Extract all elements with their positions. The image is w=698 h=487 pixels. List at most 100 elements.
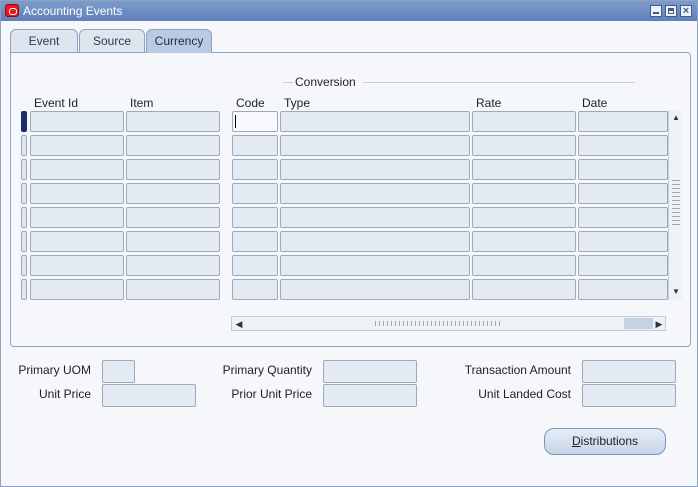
primary-uom-field[interactable] xyxy=(102,360,135,383)
item-cell[interactable] xyxy=(126,183,220,204)
scroll-right-icon[interactable]: ▶ xyxy=(653,318,665,330)
rate-cell[interactable] xyxy=(472,159,576,180)
primary-uom-label: Primary UOM xyxy=(18,363,91,377)
rate-cell[interactable] xyxy=(472,231,576,252)
date-cell[interactable] xyxy=(578,255,668,276)
item-cell[interactable] xyxy=(126,135,220,156)
date-cell[interactable] xyxy=(578,159,668,180)
date-cell[interactable] xyxy=(578,111,668,132)
oracle-app-icon xyxy=(5,4,19,17)
distributions-button[interactable]: Distributions xyxy=(544,428,666,455)
scroll-up-icon[interactable]: ▲ xyxy=(671,113,681,123)
maximize-icon[interactable] xyxy=(665,5,677,17)
unit-price-field[interactable] xyxy=(102,384,196,407)
event-id-cell[interactable] xyxy=(30,135,124,156)
tab-currency[interactable]: Currency xyxy=(146,29,212,53)
item-cell[interactable] xyxy=(126,279,220,300)
primary-quantity-label: Primary Quantity xyxy=(222,363,312,377)
code-cell[interactable] xyxy=(232,183,278,204)
code-cell[interactable] xyxy=(232,231,278,252)
grid-vertical-scrollbar[interactable]: ▲ ▼ xyxy=(668,110,682,300)
distributions-label: istributions xyxy=(580,434,639,448)
grid-horizontal-scrollbar[interactable]: ◀ ▶ xyxy=(231,316,666,331)
type-cell[interactable] xyxy=(280,231,470,252)
date-cell[interactable] xyxy=(578,183,668,204)
unit-landed-cost-field[interactable] xyxy=(582,384,676,407)
scroll-left-icon[interactable]: ◀ xyxy=(233,318,245,330)
horizontal-scroll-track[interactable] xyxy=(624,318,653,329)
type-cell[interactable] xyxy=(280,159,470,180)
rate-cell[interactable] xyxy=(472,279,576,300)
code-cell[interactable] xyxy=(232,255,278,276)
code-cell[interactable] xyxy=(232,135,278,156)
row-indicator[interactable] xyxy=(21,279,27,300)
row-indicator[interactable] xyxy=(21,135,27,156)
column-header-code: Code xyxy=(236,96,265,110)
group-divider-right xyxy=(363,82,635,83)
row-indicator[interactable] xyxy=(21,231,27,252)
column-header-rate: Rate xyxy=(476,96,502,110)
item-cell[interactable] xyxy=(126,207,220,228)
minimize-icon[interactable] xyxy=(650,5,662,17)
date-cell[interactable] xyxy=(578,279,668,300)
date-cell[interactable] xyxy=(578,207,668,228)
item-cell[interactable] xyxy=(126,255,220,276)
unit-price-label: Unit Price xyxy=(38,387,91,401)
type-cell[interactable] xyxy=(280,279,470,300)
window-title: Accounting Events xyxy=(23,4,123,18)
rate-cell[interactable] xyxy=(472,207,576,228)
event-id-cell[interactable] xyxy=(30,231,124,252)
prior-unit-price-field[interactable] xyxy=(323,384,417,407)
column-header-event-id: Event Id xyxy=(34,96,79,110)
item-cell[interactable] xyxy=(126,111,220,132)
event-id-cell[interactable] xyxy=(30,207,124,228)
horizontal-scroll-grip[interactable] xyxy=(375,321,500,326)
transaction-amount-field[interactable] xyxy=(582,360,676,383)
event-id-cell[interactable] xyxy=(30,159,124,180)
distributions-mnemonic: D xyxy=(571,434,581,448)
row-indicator[interactable] xyxy=(21,183,27,204)
date-cell[interactable] xyxy=(578,231,668,252)
event-id-cell[interactable] xyxy=(30,111,124,132)
row-indicator[interactable] xyxy=(21,111,27,132)
close-icon[interactable]: × xyxy=(680,5,692,17)
row-indicator[interactable] xyxy=(21,159,27,180)
item-cell[interactable] xyxy=(126,231,220,252)
type-cell[interactable] xyxy=(280,135,470,156)
rate-cell[interactable] xyxy=(472,183,576,204)
event-id-cell[interactable] xyxy=(30,279,124,300)
tab-event[interactable]: Event xyxy=(10,29,78,53)
type-cell[interactable] xyxy=(280,255,470,276)
transaction-amount-label: Transaction Amount xyxy=(464,363,571,377)
unit-landed-cost-label: Unit Landed Cost xyxy=(478,387,571,401)
group-divider-left xyxy=(283,82,293,83)
code-cell[interactable] xyxy=(232,279,278,300)
rate-cell[interactable] xyxy=(472,111,576,132)
item-cell[interactable] xyxy=(126,159,220,180)
event-id-cell[interactable] xyxy=(30,183,124,204)
rate-cell[interactable] xyxy=(472,135,576,156)
accounting-events-window: Accounting Events × Event Source Currenc… xyxy=(0,0,698,487)
text-caret xyxy=(235,115,236,128)
row-indicator[interactable] xyxy=(21,255,27,276)
title-bar: Accounting Events × xyxy=(1,1,697,21)
code-cell[interactable] xyxy=(232,207,278,228)
event-id-cell[interactable] xyxy=(30,255,124,276)
row-indicator[interactable] xyxy=(21,207,27,228)
primary-quantity-field[interactable] xyxy=(323,360,417,383)
tab-source[interactable]: Source xyxy=(79,29,145,53)
prior-unit-price-label: Prior Unit Price xyxy=(231,387,312,401)
column-header-type: Type xyxy=(284,96,311,110)
scroll-down-icon[interactable]: ▼ xyxy=(671,287,681,297)
column-header-date: Date xyxy=(582,96,608,110)
scrollbar-grip[interactable] xyxy=(672,180,680,228)
date-cell[interactable] xyxy=(578,135,668,156)
code-cell[interactable] xyxy=(232,159,278,180)
code-cell[interactable] xyxy=(232,111,278,132)
type-cell[interactable] xyxy=(280,183,470,204)
type-cell[interactable] xyxy=(280,111,470,132)
type-cell[interactable] xyxy=(280,207,470,228)
column-header-item: Item xyxy=(130,96,154,110)
rate-cell[interactable] xyxy=(472,255,576,276)
conversion-group-label: Conversion xyxy=(295,75,356,89)
